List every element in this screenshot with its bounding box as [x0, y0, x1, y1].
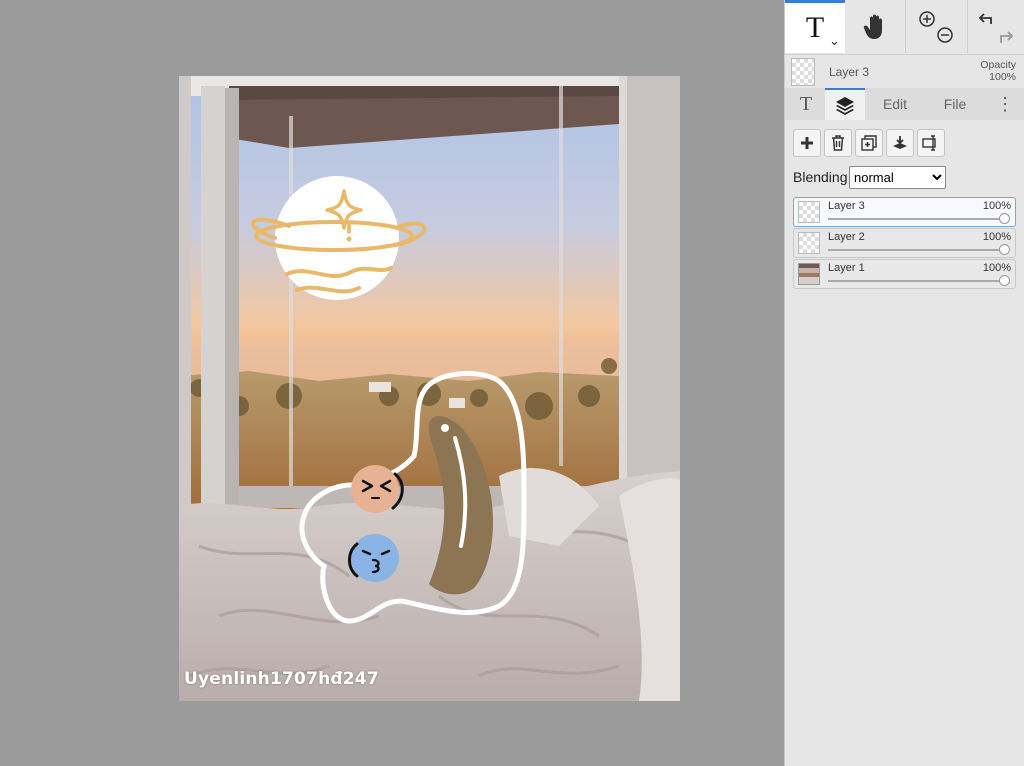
opacity-label: Opacity: [980, 59, 1016, 71]
redo-icon[interactable]: [999, 30, 1013, 43]
layer-thumbnail: [798, 263, 820, 285]
merge-down-icon: [893, 136, 907, 149]
slider-knob[interactable]: [999, 275, 1010, 286]
canvas-workspace[interactable]: Uyenlinh1707hđ247: [0, 0, 784, 766]
current-layer-thumbnail: [791, 58, 815, 86]
layer-opacity-value: 100%: [982, 200, 1011, 212]
merge-down-button[interactable]: [886, 129, 914, 157]
zoom-in-icon[interactable]: [918, 10, 935, 27]
bedroom-sunset-photo: [179, 76, 680, 701]
layer-name: Layer 3: [828, 200, 865, 212]
zoom-out-icon[interactable]: [936, 26, 953, 43]
layer-thumbnail: [798, 201, 820, 223]
layers-panel: T ⌄ Layer 3 Opacity 100% T Edit File ⋮ B…: [784, 0, 1024, 766]
add-layer-icon: [801, 137, 813, 149]
layer-name: Layer 2: [828, 231, 865, 243]
layer-row-3[interactable]: Layer 3 100%: [793, 197, 1016, 227]
watermark-text: Uyenlinh1707hđ247: [184, 669, 379, 689]
hand-tool-button[interactable]: [847, 0, 905, 53]
undo-redo-buttons: [967, 0, 1023, 53]
canvas-image[interactable]: [179, 76, 680, 701]
layer-row-1[interactable]: Layer 1 100%: [793, 259, 1016, 289]
delete-layer-icon: [832, 135, 844, 151]
blending-label: Blending: [793, 169, 848, 185]
blending-mode-select[interactable]: normal: [849, 166, 946, 189]
layer-opacity-value: 100%: [982, 262, 1011, 274]
layer-name: Layer 1: [828, 262, 865, 274]
layers-icon: [836, 97, 854, 115]
slider-knob[interactable]: [999, 213, 1010, 224]
layer-list: Layer 3 100% Layer 2 100% Layer 1 100%: [793, 197, 1016, 290]
current-layer-name: Layer 3: [829, 65, 870, 79]
add-layer-button[interactable]: [793, 129, 821, 157]
tab-layers[interactable]: [825, 88, 865, 120]
layer-opacity-slider[interactable]: [828, 213, 1010, 224]
current-layer-info: Layer 3 Opacity 100%: [785, 54, 1024, 89]
more-options-icon[interactable]: ⋮: [993, 88, 1017, 120]
tab-file[interactable]: File: [933, 88, 977, 120]
tab-text[interactable]: T: [791, 88, 821, 120]
tab-edit[interactable]: Edit: [873, 88, 917, 120]
duplicate-layer-icon: [861, 135, 877, 151]
layer-opacity-value: 100%: [982, 231, 1011, 243]
current-layer-opacity[interactable]: Opacity 100%: [980, 59, 1016, 83]
layer-opacity-slider[interactable]: [828, 244, 1010, 255]
layer-opacity-slider[interactable]: [828, 275, 1010, 286]
text-tool-button[interactable]: T ⌄: [785, 0, 845, 53]
duplicate-layer-button[interactable]: [855, 129, 883, 157]
layer-row-2[interactable]: Layer 2 100%: [793, 228, 1016, 258]
chevron-down-icon[interactable]: ⌄: [829, 33, 840, 49]
text-tool-icon: T: [805, 11, 825, 44]
delete-layer-button[interactable]: [824, 129, 852, 157]
zoom-buttons: [905, 0, 965, 53]
slider-knob[interactable]: [999, 244, 1010, 255]
opacity-value: 100%: [989, 71, 1016, 83]
panel-tabs: T Edit File ⋮: [785, 88, 1024, 120]
layer-properties-icon: [922, 135, 936, 151]
layer-properties-button[interactable]: [917, 129, 945, 157]
undo-icon[interactable]: [978, 12, 992, 24]
hand-icon: [863, 14, 882, 39]
layer-thumbnail: [798, 232, 820, 254]
